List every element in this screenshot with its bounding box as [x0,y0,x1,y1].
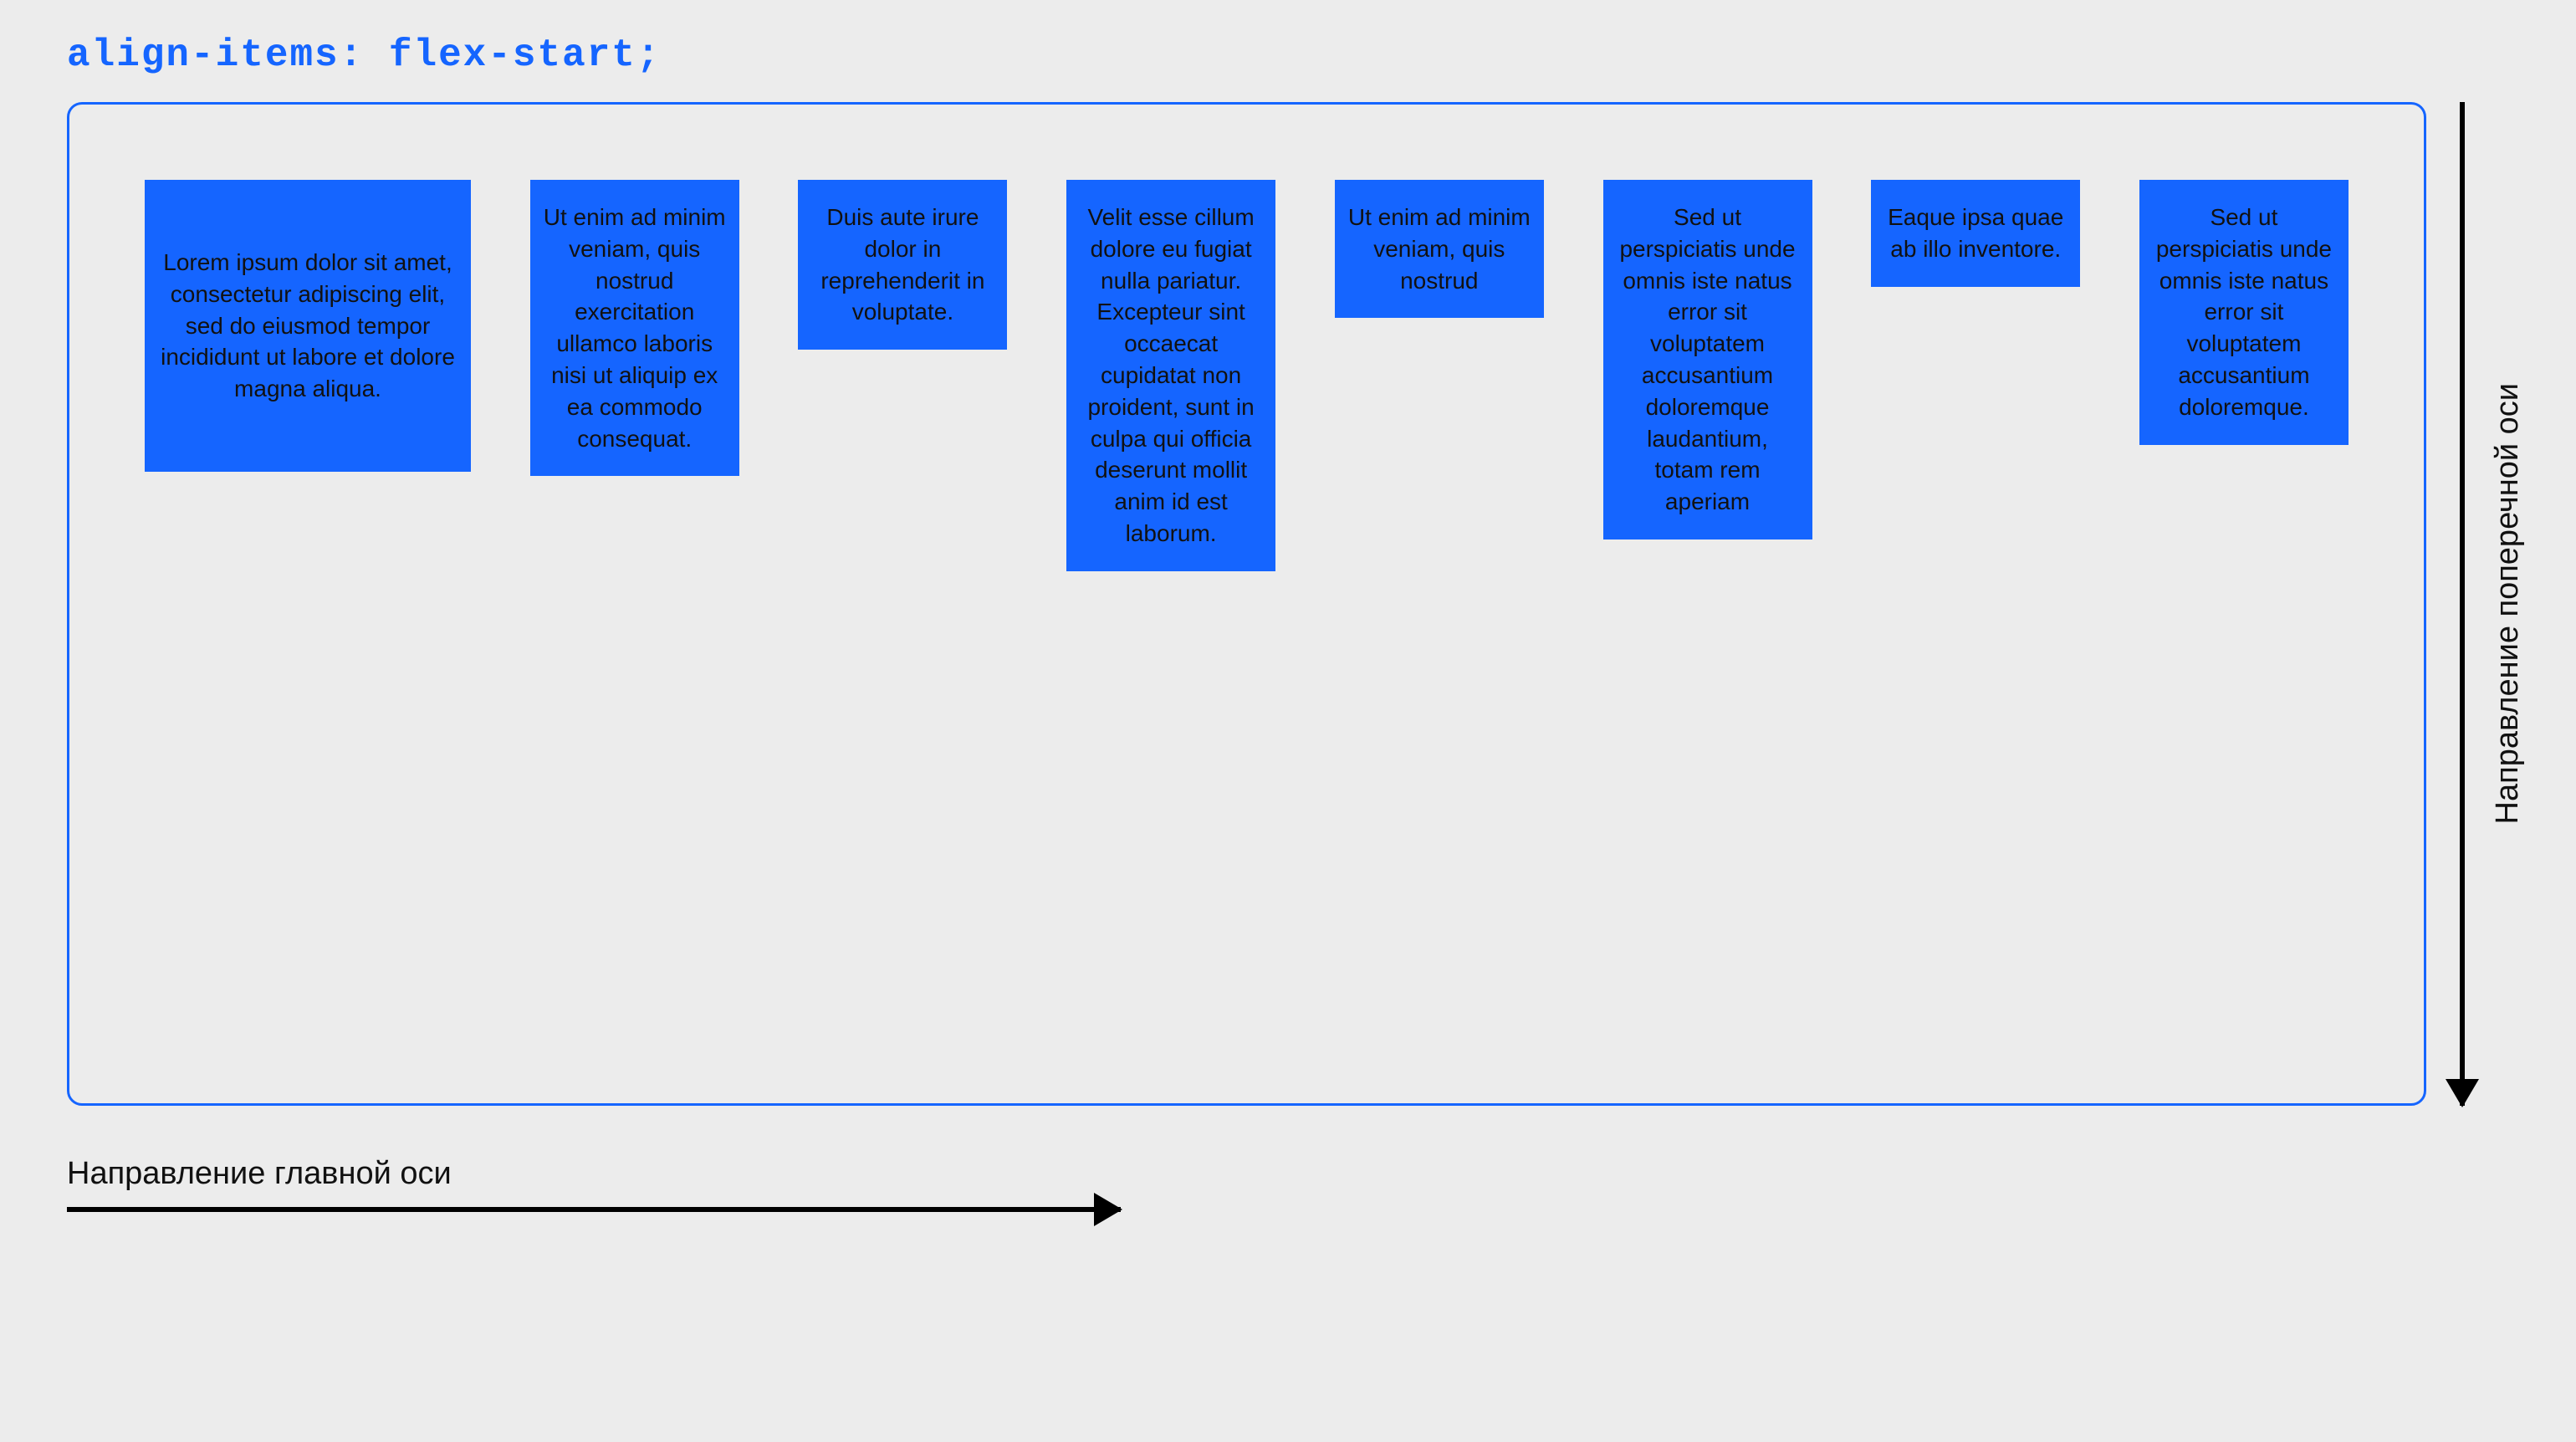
flex-item: Velit esse cillum dolore eu fugiat nulla… [1066,180,1275,571]
arrow-down-icon [2460,102,2465,1106]
flex-item: Lorem ipsum dolor sit amet, consectetur … [145,180,471,472]
flex-item: Ut enim ad minim veniam, quis nostrud [1335,180,1544,318]
cross-axis-indicator: Направление поперечной оси [2460,102,2526,1106]
diagram-title: align-items: flex-start; [67,33,2526,77]
main-axis-indicator: Направление главной оси [67,1156,1121,1212]
flex-item: Sed ut perspiciatis unde omnis iste natu… [2139,180,2349,445]
flex-container: Lorem ipsum dolor sit amet, consectetur … [67,102,2426,1106]
main-axis-label: Направление главной оси [67,1156,1121,1192]
flex-item: Duis aute irure dolor in reprehenderit i… [798,180,1007,350]
flex-item: Ut enim ad minim veniam, quis nostrud ex… [530,180,739,476]
flex-item: Sed ut perspiciatis unde omnis iste natu… [1603,180,1812,539]
diagram-stage: Lorem ipsum dolor sit amet, consectetur … [67,102,2526,1106]
cross-axis-label: Направление поперечной оси [2490,383,2526,824]
flex-item: Eaque ipsa quae ab illo inventore. [1871,180,2080,287]
arrow-right-icon [67,1207,1121,1212]
